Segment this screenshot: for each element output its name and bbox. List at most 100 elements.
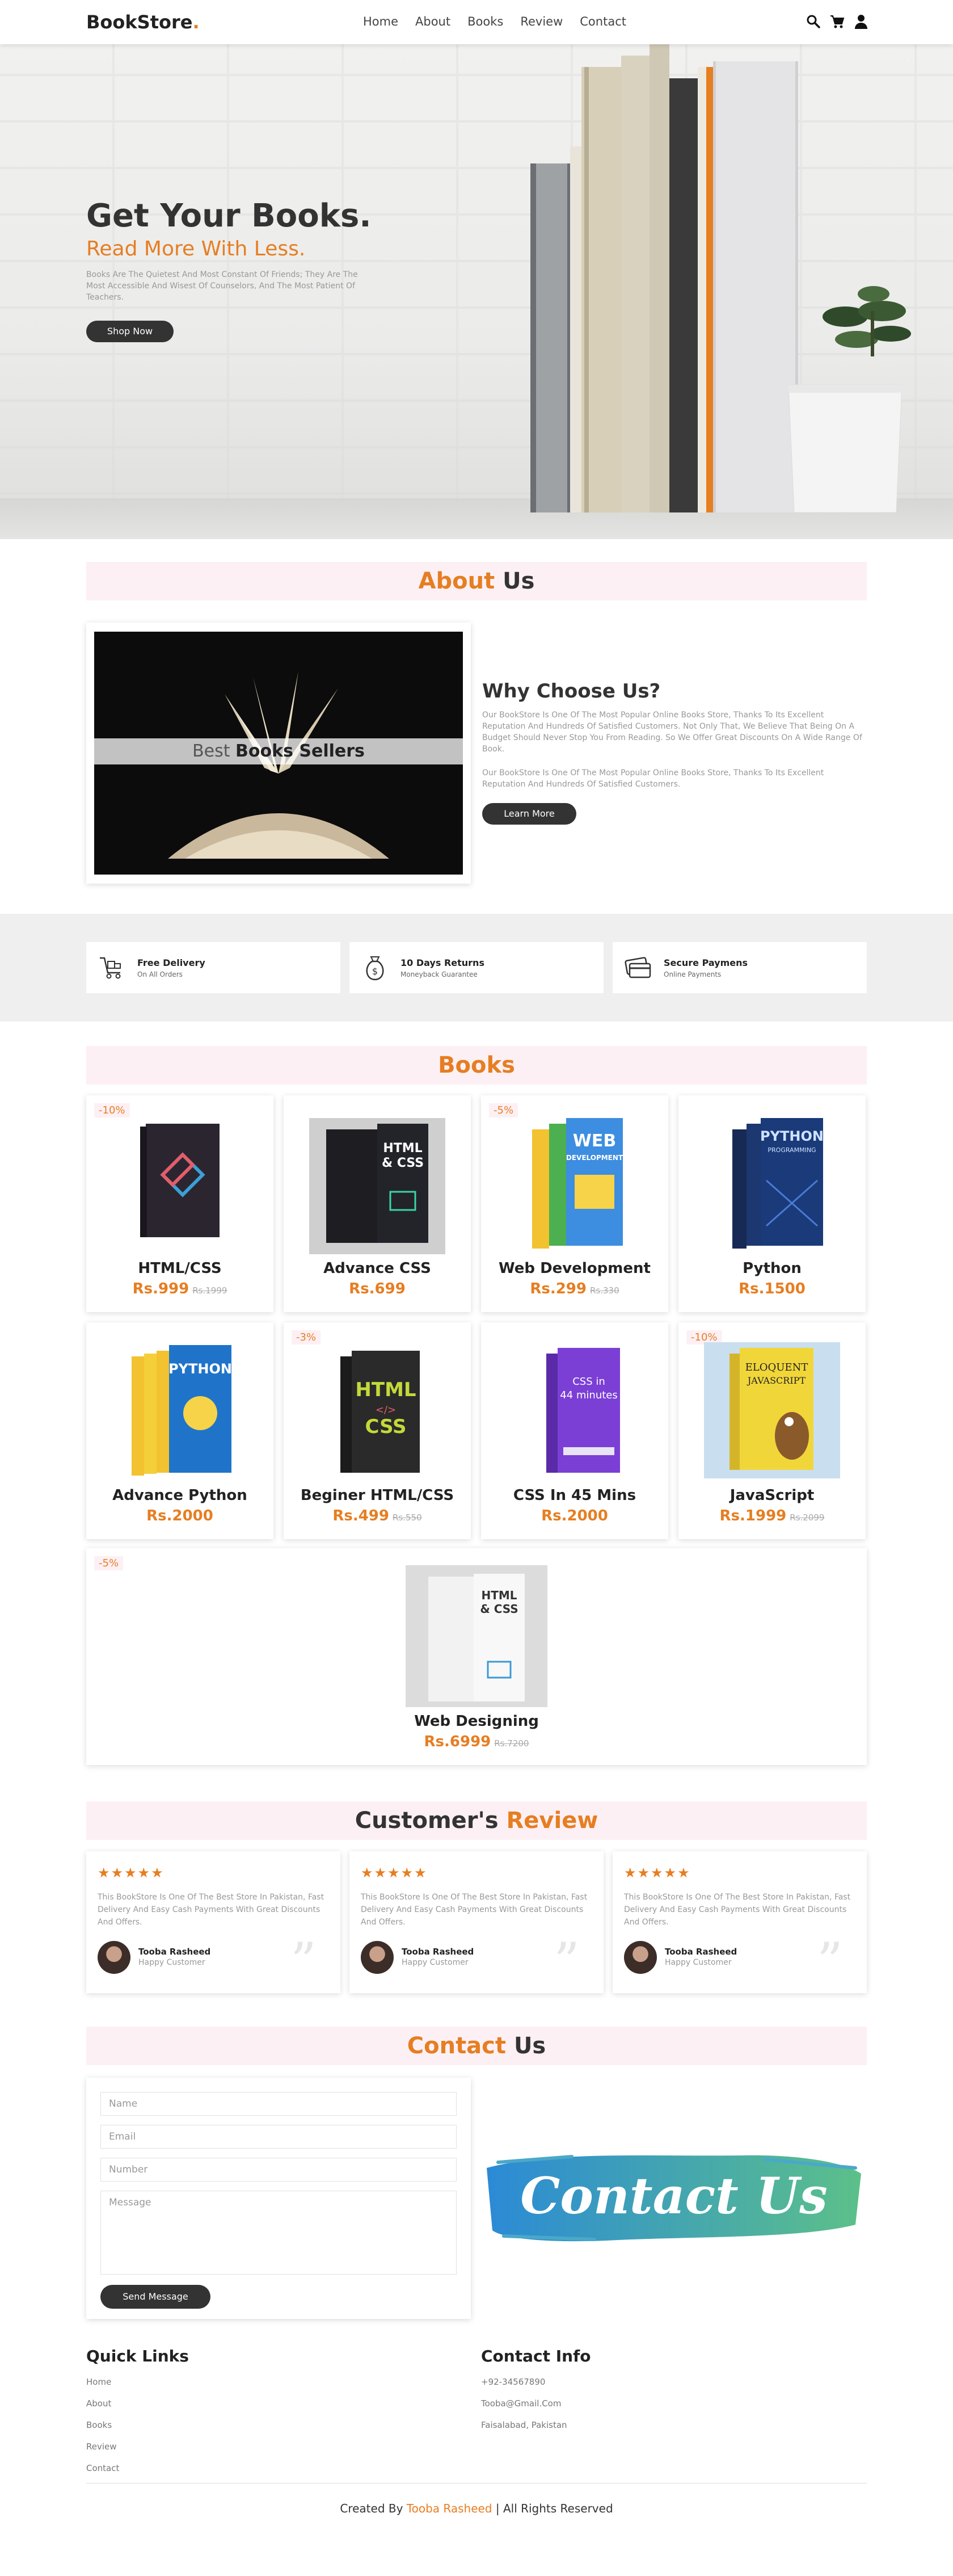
book-title: Advance CSS xyxy=(323,1260,431,1277)
features-band: Free Delivery On All Orders $ 10 Days Re… xyxy=(0,914,953,1022)
feature-title: 10 Days Returns xyxy=(400,957,484,968)
book-card[interactable]: PYTHON Advance Python Rs.2000 xyxy=(86,1322,273,1539)
reviews-section-title: Customer's Review xyxy=(86,1801,867,1840)
book-price: Rs.299 Rs.330 xyxy=(530,1280,619,1297)
nav-home[interactable]: Home xyxy=(363,15,398,28)
message-field[interactable]: Message xyxy=(100,2191,457,2275)
book-card[interactable]: -5% HTML & CSS Web Designing Rs.6999 Rs.72… xyxy=(86,1548,867,1765)
name-field[interactable]: Name xyxy=(100,2092,457,2116)
money-bag-icon: $ xyxy=(366,956,384,981)
svg-text:</>: </> xyxy=(376,1404,396,1416)
about-image: Best Books Sellers xyxy=(94,632,463,875)
book-title: Python xyxy=(743,1260,802,1277)
book-card[interactable]: -10% ELOQUENT JAVASCRIPT JavaScript Rs.19… xyxy=(678,1322,866,1539)
star-rating: ★★★★★ xyxy=(624,1865,691,1881)
svg-text:CSS: CSS xyxy=(365,1415,406,1438)
shop-now-button[interactable]: Shop Now xyxy=(86,321,174,342)
book-card[interactable]: -10% HTML/CSS Rs.999 Rs.1999 xyxy=(86,1095,273,1312)
footer-link-review[interactable]: Review xyxy=(86,2441,117,2452)
book-card[interactable]: CSS in 44 minutes CSS In 45 Mins Rs.2000 xyxy=(481,1322,668,1539)
book-cover-image: PYTHON xyxy=(132,1345,232,1476)
reviewer-name: Tooba Rasheed xyxy=(665,1947,737,1957)
review-card: ★★★★★ This BookStore Is One Of The Best … xyxy=(613,1851,867,1993)
review-card: ★★★★★ This BookStore Is One Of The Best … xyxy=(349,1851,604,1993)
svg-text:$: $ xyxy=(372,966,378,977)
quote-icon: ” xyxy=(554,1932,580,1991)
reviewer-role: Happy Customer xyxy=(665,1958,732,1967)
contact-info-heading: Contact Info xyxy=(481,2347,591,2365)
cart-icon[interactable] xyxy=(829,14,845,30)
svg-text:ELOQUENT: ELOQUENT xyxy=(745,1361,808,1373)
book-price: Rs.499 Rs.550 xyxy=(332,1507,422,1524)
review-card: ★★★★★ This BookStore Is One Of The Best … xyxy=(86,1851,340,1993)
book-card[interactable]: HTML & CSS Advance CSS Rs.699 xyxy=(284,1095,471,1312)
main-nav: Home About Books Review Contact xyxy=(363,15,626,28)
book-card[interactable]: PYTHON PROGRAMMING Python Rs.1500 xyxy=(678,1095,866,1312)
footer-email: Tooba@Gmail.Com xyxy=(481,2398,562,2409)
svg-text:JAVASCRIPT: JAVASCRIPT xyxy=(747,1375,806,1386)
nav-books[interactable]: Books xyxy=(467,15,503,28)
reviewer-role: Happy Customer xyxy=(402,1958,469,1967)
svg-text:WEB: WEB xyxy=(573,1131,616,1151)
feature-returns: $ 10 Days Returns Moneyback Guarantee xyxy=(349,942,604,993)
svg-text:HTML: HTML xyxy=(383,1141,422,1155)
about-section-title: About Us xyxy=(86,562,867,600)
svg-text:HTML: HTML xyxy=(355,1379,416,1401)
avatar xyxy=(624,1941,657,1974)
delivery-cart-icon xyxy=(100,957,121,979)
reviewer-name: Tooba Rasheed xyxy=(138,1947,211,1957)
user-icon[interactable] xyxy=(853,14,869,30)
book-title: JavaScript xyxy=(729,1487,815,1504)
book-cover-image: WEB DEVELOPMENT xyxy=(532,1118,623,1249)
svg-text:CSS in: CSS in xyxy=(572,1376,605,1388)
book-title: Web Development xyxy=(499,1260,651,1277)
book-card[interactable]: -5% WEB DEVELOPMENT Web Development Rs.29… xyxy=(481,1095,668,1312)
learn-more-button[interactable]: Learn More xyxy=(482,803,576,825)
book-price: Rs.2000 xyxy=(146,1507,213,1524)
author-name: Tooba Rasheed xyxy=(406,2502,492,2515)
old-price: Rs.1999 xyxy=(192,1285,227,1296)
old-price: Rs.2099 xyxy=(790,1512,825,1523)
footer-link-about[interactable]: About xyxy=(86,2398,111,2409)
about-paragraph-1: Our BookStore Is One Of The Most Popular… xyxy=(482,711,862,754)
review-text: This BookStore Is One Of The Best Store … xyxy=(98,1893,324,1927)
footer-link-home[interactable]: Home xyxy=(86,2377,111,2387)
book-title: CSS In 45 Mins xyxy=(513,1487,636,1504)
book-price: Rs.2000 xyxy=(541,1507,608,1524)
avatar xyxy=(361,1941,394,1974)
book-cover-image: PYTHON PROGRAMMING xyxy=(732,1118,824,1249)
send-message-button[interactable]: Send Message xyxy=(100,2285,210,2309)
nav-about[interactable]: About xyxy=(415,15,450,28)
footer-credit: Created By Tooba Rasheed | All Rights Re… xyxy=(340,2502,613,2515)
old-price: Rs.550 xyxy=(393,1512,422,1523)
book-price: Rs.6999 Rs.7200 xyxy=(424,1733,529,1750)
about-image-card: Best Books Sellers xyxy=(86,623,471,884)
hero-subtitle: Read More With Less. xyxy=(86,237,306,260)
svg-text:44 minutes: 44 minutes xyxy=(560,1389,618,1401)
svg-text:DEVELOPMENT: DEVELOPMENT xyxy=(566,1154,623,1162)
old-price: Rs.330 xyxy=(590,1285,619,1296)
email-field[interactable]: Email xyxy=(100,2125,457,2149)
feature-subtitle: Moneyback Guarantee xyxy=(400,970,478,978)
old-price: Rs.7200 xyxy=(494,1738,529,1749)
footer-link-contact[interactable]: Contact xyxy=(86,2463,119,2473)
svg-text:& CSS: & CSS xyxy=(480,1602,518,1616)
reviewer-role: Happy Customer xyxy=(138,1958,205,1967)
reviewer-name: Tooba Rasheed xyxy=(402,1947,474,1957)
nav-review[interactable]: Review xyxy=(520,15,563,28)
book-cover-image: HTML& CSS xyxy=(406,1565,547,1707)
footer-link-books[interactable]: Books xyxy=(86,2420,112,2430)
book-title: Web Designing xyxy=(414,1713,539,1730)
logo[interactable]: BookStore. xyxy=(86,11,200,33)
contact-art-text: Contact Us xyxy=(520,2166,828,2225)
feature-title: Free Delivery xyxy=(137,957,205,968)
review-text: This BookStore Is One Of The Best Store … xyxy=(624,1893,851,1927)
discount-badge: -5% xyxy=(94,1556,124,1570)
nav-contact[interactable]: Contact xyxy=(580,15,626,28)
number-field[interactable]: Number xyxy=(100,2158,457,2182)
hero-description: Books Are The Quietest And Most Constant… xyxy=(86,270,358,302)
feature-secure-payments: Secure Paymens Online Payments xyxy=(613,942,867,993)
book-cover-image: CSS in44 minutes xyxy=(546,1348,620,1473)
search-icon[interactable] xyxy=(806,14,821,30)
book-card[interactable]: -3% HTML </> CSS Beginer HTML/CSS Rs.499 Rs… xyxy=(284,1322,471,1539)
